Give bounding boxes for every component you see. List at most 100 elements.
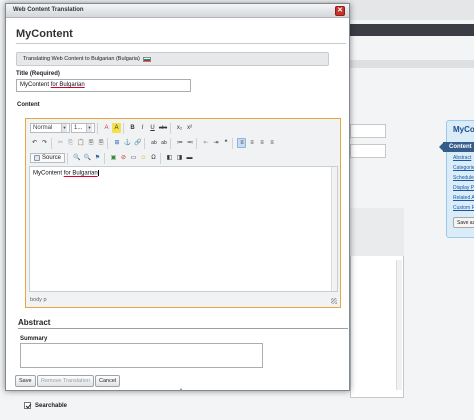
editor-scrollbar[interactable] [331, 167, 337, 291]
size-combo[interactable]: 1... ▼ [71, 123, 95, 133]
background-scrollbar[interactable] [396, 260, 402, 390]
side-save-button[interactable]: Save as [453, 217, 474, 228]
source-label: Source [42, 155, 62, 161]
side-link-custom-fields[interactable]: Custom F [453, 205, 474, 215]
editor-resize-handle[interactable] [331, 298, 337, 304]
editor-body-misspelled: for Bulgarian [63, 170, 98, 177]
paste-word-icon[interactable]: 🗎 [96, 138, 105, 148]
flash-icon[interactable]: ⊘ [119, 153, 128, 163]
title-value-text: MyContent [20, 82, 51, 88]
superscript-button[interactable]: x² [185, 123, 194, 133]
special-char-icon[interactable]: Ω [149, 153, 158, 163]
title-input[interactable]: MyContent for Bulgarian [16, 79, 191, 92]
close-button[interactable]: ✕ [335, 6, 345, 16]
background-footer [0, 398, 474, 420]
templates-icon[interactable]: 🔍 [83, 153, 92, 163]
summary-textarea[interactable] [20, 343, 263, 368]
select-all-icon[interactable]: ◨ [175, 153, 184, 163]
justify-icon[interactable]: ≡ [267, 138, 276, 148]
chevron-down-icon: ▼ [61, 124, 67, 132]
dialog-titlebar[interactable]: Web Content Translation ✕ [6, 4, 349, 18]
show-blocks-icon[interactable]: ◧ [165, 153, 174, 163]
blockquote-icon[interactable]: ❝ [221, 138, 230, 148]
dialog-resize-grip-icon[interactable]: ▴ [180, 386, 184, 391]
background-editor-toolbar [350, 208, 404, 256]
editor-content-area[interactable]: MyContent for Bulgarian [29, 166, 338, 292]
title-label: Title (Required) [16, 71, 60, 77]
subscript-button[interactable]: x₂ [175, 123, 184, 133]
format-combo[interactable]: Normal ▼ [30, 123, 70, 133]
copy-icon[interactable]: ⎘ [66, 138, 75, 148]
flag-icon[interactable]: ⚑ [93, 153, 102, 163]
editor-toolbar-row-3: Source 🔍 🔍 ⚑ ▣ ⊘ ▭ ☺ Ω ◧ ◨ ▬ [28, 152, 196, 164]
paste-icon[interactable]: 📋 [76, 138, 85, 148]
find-icon[interactable]: ab [149, 138, 158, 148]
toolbar-group-preview: 🔍 🔍 ⚑ [70, 152, 105, 164]
format-combo-value: Normal [33, 125, 53, 131]
dialog-title: Web Content Translation [13, 7, 84, 13]
align-right-icon[interactable]: ≡ [257, 138, 266, 148]
bold-button[interactable]: B [128, 123, 137, 133]
side-link-categories[interactable]: Categories [453, 165, 474, 175]
toolbar-group-indent: ⇤ ⇥ ❝ [199, 137, 234, 149]
toolbar-group-color: A A [100, 122, 124, 134]
italic-button[interactable]: I [138, 123, 147, 133]
editor-toolbar-row-2: ↶ ↷ ✂ ⎘ 📋 🗎 🗎 ⊞ ⚓ 🔗 ab ab ≔ ≕ ⇤ ⇥ ❝ ≡ ≡ … [28, 137, 278, 149]
side-link-display-page[interactable]: Display Pa [453, 185, 474, 195]
summary-label: Summary [20, 336, 48, 342]
redo-icon[interactable]: ↷ [40, 138, 49, 148]
editor-toolbar-row-1: Normal ▼ 1... ▼ A A B I U abc x₂ x² [28, 122, 196, 134]
background-dark-bar [350, 24, 474, 36]
smiley-icon[interactable]: ☺ [139, 153, 148, 163]
toolbar-group-basic-styles: B I U abc [126, 122, 172, 134]
text-caret [97, 170, 99, 176]
preview-icon[interactable]: 🔍 [72, 153, 81, 163]
chevron-down-icon: ▼ [86, 124, 92, 132]
cut-icon[interactable]: ✂ [56, 138, 65, 148]
remove-translation-button[interactable]: Remove Translation [37, 375, 94, 387]
horizontal-rule-icon[interactable]: ▭ [129, 153, 138, 163]
side-link-schedule[interactable]: Schedule [453, 175, 474, 185]
side-panel-title: MyCont [453, 125, 474, 134]
indent-icon[interactable]: ⇥ [211, 138, 220, 148]
translation-info-text: Translating Web Content to Bulgarian (Bu… [23, 56, 140, 62]
align-center-icon[interactable]: ≡ [247, 138, 256, 148]
table-icon[interactable]: ⊞ [112, 138, 121, 148]
toolbar-group-media: ▣ ⊘ ▭ ☺ Ω [107, 152, 161, 164]
background-light-bar [350, 60, 474, 68]
cancel-button[interactable]: Cancel [95, 375, 121, 387]
toolbar-group-align: ≡ ≡ ≡ ≡ [235, 138, 278, 149]
size-combo-value: 1... [74, 125, 83, 131]
image-icon[interactable]: ▣ [109, 153, 118, 163]
searchable-checkbox[interactable] [24, 402, 31, 409]
remove-format-icon[interactable]: ▬ [185, 153, 194, 163]
undo-icon[interactable]: ↶ [30, 138, 39, 148]
toolbar-group-format: Normal ▼ 1... ▼ [28, 122, 98, 134]
save-button[interactable]: Save [15, 375, 36, 387]
replace-icon[interactable]: ab [159, 138, 168, 148]
searchable-option[interactable]: Searchable [24, 402, 67, 409]
background-input[interactable] [350, 124, 386, 138]
numbered-list-icon[interactable]: ≔ [175, 138, 184, 148]
side-panel-active-item[interactable]: Content [439, 142, 474, 152]
side-link-related-assets[interactable]: Related A [453, 195, 474, 205]
paste-text-icon[interactable]: 🗎 [86, 138, 95, 148]
title-value-misspelled: for Bulgarian [50, 82, 85, 88]
bulleted-list-icon[interactable]: ≕ [185, 138, 194, 148]
bulgaria-flag-icon [142, 56, 151, 62]
source-button[interactable]: Source [30, 153, 66, 163]
side-link-abstract[interactable]: Abstract [453, 155, 474, 165]
toolbar-group-blocks: ◧ ◨ ▬ [163, 153, 196, 164]
anchor-icon[interactable]: ⚓ [122, 138, 131, 148]
text-color-button[interactable]: A [102, 123, 111, 133]
align-left-icon[interactable]: ≡ [237, 138, 247, 148]
link-icon[interactable]: 🔗 [133, 138, 142, 148]
underline-button[interactable]: U [148, 123, 157, 133]
background-input[interactable] [350, 144, 386, 158]
background-color-button[interactable]: A [112, 123, 121, 133]
outdent-icon[interactable]: ⇤ [201, 138, 210, 148]
toolbar-group-insert: ⊞ ⚓ 🔗 [110, 137, 146, 149]
toolbar-group-lists: ≔ ≕ [173, 137, 198, 149]
searchable-label: Searchable [35, 402, 68, 409]
strikethrough-button[interactable]: abc [158, 123, 168, 133]
